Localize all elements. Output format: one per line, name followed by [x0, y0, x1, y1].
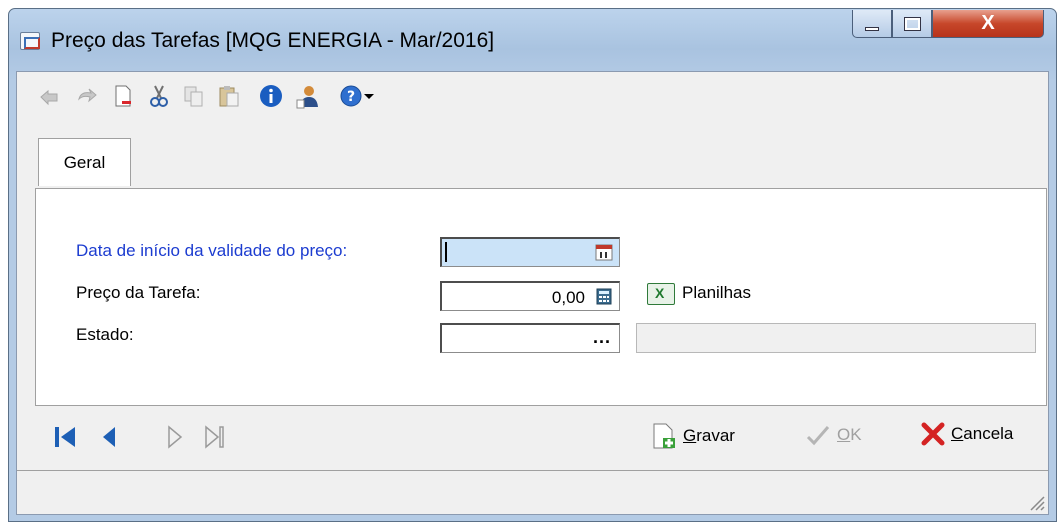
first-record-icon[interactable]: [53, 424, 77, 450]
start-date-label: Data de início da validade do preço:: [76, 241, 348, 260]
ok-label: K: [850, 425, 862, 444]
resize-grip-icon[interactable]: [1027, 493, 1045, 511]
price-label: Preço da Tarefa:: [76, 283, 201, 302]
previous-record-icon[interactable]: [97, 424, 121, 450]
cancel-icon: [921, 422, 945, 446]
undo-icon[interactable]: [36, 82, 64, 110]
state-description-field: [636, 323, 1036, 353]
text-caret: [445, 242, 447, 262]
cut-icon[interactable]: [145, 82, 173, 110]
minimize-button[interactable]: [852, 10, 892, 38]
save-mnemonic: G: [683, 426, 697, 445]
toolbar: ?: [17, 72, 1048, 117]
last-record-icon[interactable]: [203, 424, 227, 450]
status-bar: [17, 470, 1048, 514]
spreadsheet-icon[interactable]: [647, 283, 675, 305]
tab-label: Geral: [63, 152, 106, 172]
maximize-button[interactable]: [892, 10, 932, 38]
copy-icon[interactable]: [180, 82, 208, 110]
next-record-icon[interactable]: [163, 424, 187, 450]
price-value: 0,00: [551, 288, 585, 307]
tab-geral[interactable]: Geral: [38, 138, 131, 186]
dialog-client-area: ? Geral Data de início da validade do pr…: [16, 71, 1049, 515]
spreadsheets-link[interactable]: Planilhas: [682, 283, 751, 303]
new-document-icon[interactable]: [109, 82, 137, 110]
minimize-icon: [865, 26, 879, 31]
maximize-icon: [903, 16, 921, 31]
save-button[interactable]: Gravar: [651, 422, 735, 450]
price-field[interactable]: 0,00: [440, 281, 620, 311]
form-panel: Data de início da validade do preço: Pre…: [35, 188, 1047, 406]
ok-mnemonic: O: [837, 425, 851, 444]
svg-text:?: ?: [347, 89, 355, 105]
cancel-mnemonic: C: [951, 424, 964, 443]
checkmark-icon: [806, 426, 830, 446]
redo-icon[interactable]: [72, 82, 100, 110]
state-label: Estado:: [76, 325, 134, 344]
start-date-field[interactable]: [440, 237, 620, 267]
calendar-icon[interactable]: [595, 244, 613, 261]
state-field[interactable]: ...: [440, 323, 620, 353]
save-icon: [653, 423, 675, 449]
save-label: ravar: [696, 426, 735, 445]
title-bar[interactable]: Preço das Tarefas [MQG ENERGIA - Mar/201…: [9, 9, 1056, 71]
action-bar: Gravar OK Cancela: [17, 408, 1048, 468]
app-icon[interactable]: [20, 32, 40, 50]
dialog-window: Preço das Tarefas [MQG ENERGIA - Mar/201…: [8, 8, 1057, 522]
window-title: Preço das Tarefas [MQG ENERGIA - Mar/201…: [51, 29, 495, 52]
tab-strip: Geral: [17, 118, 1048, 188]
cancel-button[interactable]: Cancela: [921, 422, 1013, 446]
info-icon[interactable]: [257, 82, 285, 110]
state-lookup-button[interactable]: ...: [593, 327, 611, 348]
calculator-icon[interactable]: [595, 288, 613, 305]
paste-icon[interactable]: [215, 82, 243, 110]
close-button[interactable]: X: [932, 10, 1044, 38]
ok-button[interactable]: OK: [805, 422, 862, 448]
dropdown-arrow-icon[interactable]: [361, 82, 377, 110]
user-icon[interactable]: [294, 82, 322, 110]
close-icon: X: [981, 12, 995, 34]
cancel-label: ancela: [963, 424, 1014, 443]
